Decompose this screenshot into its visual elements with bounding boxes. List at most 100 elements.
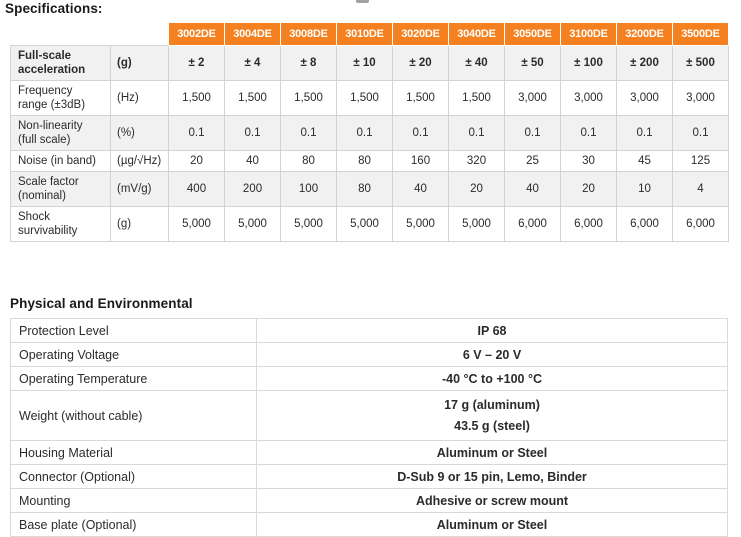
spec-value-4-8: 10 [616,171,673,208]
spec-value-3-8: 45 [616,150,673,173]
phys-value-5: D-Sub 9 or 15 pin, Lemo, Binder [256,464,728,490]
phys-value-6: Adhesive or screw mount [256,488,728,514]
spec-value-1-2: 1,500 [280,80,337,117]
model-header-row: 3002DE 3004DE 3008DE 3010DE 3020DE 3040D… [11,22,729,46]
phys-label-2: Operating Temperature [10,366,257,391]
spec-value-5-4: 5,000 [392,206,449,243]
spec-value-5-1: 5,000 [224,206,281,243]
spec-value-1-6: 3,000 [504,80,561,117]
phys-label-5: Connector (Optional) [10,464,257,490]
phys-value-3-line1: 17 g (aluminum) [444,398,540,412]
physical-environmental-table-body: Protection Level IP 68 Operating Voltage… [10,318,728,537]
table-row: Connector (Optional) D-Sub 9 or 15 pin, … [10,464,728,490]
spec-value-0-9: ± 500 [672,44,729,82]
spec-value-2-8: 0.1 [616,115,673,152]
spec-unit-0: (g) [110,44,169,82]
table-row: Weight (without cable) 17 g (aluminum) 4… [10,389,728,442]
spec-value-1-8: 3,000 [616,80,673,117]
spec-value-3-7: 30 [560,150,617,173]
table-row: Mounting Adhesive or screw mount [10,488,728,514]
spec-value-3-0: 20 [168,150,225,173]
model-header-4: 3020DE [392,22,449,46]
spec-value-4-6: 40 [504,171,561,208]
spec-value-3-2: 80 [280,150,337,173]
spec-value-0-5: ± 40 [448,44,505,82]
spec-param-0: Full-scale acceleration [10,44,111,82]
spec-value-4-7: 20 [560,171,617,208]
cutoff-graphic [356,0,369,3]
model-header-5: 3040DE [448,22,505,46]
spec-value-5-3: 5,000 [336,206,393,243]
spec-value-0-2: ± 8 [280,44,337,82]
table-row: Operating Temperature -40 °C to +100 °C [10,366,728,391]
phys-value-3: 17 g (aluminum) 43.5 g (steel) [256,389,728,442]
phys-value-3-line2: 43.5 g (steel) [454,418,530,433]
spec-value-3-6: 25 [504,150,561,173]
model-header-7: 3100DE [560,22,617,46]
spec-value-2-5: 0.1 [448,115,505,152]
spec-value-5-8: 6,000 [616,206,673,243]
table-row: Scale factor (nominal) (mV/g) 400 200 10… [10,171,729,208]
table-row: Operating Voltage 6 V – 20 V [10,342,728,367]
phys-value-2: -40 °C to +100 °C [256,366,728,391]
spec-value-2-9: 0.1 [672,115,729,152]
spec-value-1-1: 1,500 [224,80,281,117]
spec-value-3-4: 160 [392,150,449,173]
spec-value-4-1: 200 [224,171,281,208]
spec-unit-3: (µg/√Hz) [110,150,169,173]
spec-unit-2: (%) [110,115,169,152]
spec-value-0-7: ± 100 [560,44,617,82]
spec-param-2: Non-linearity (full scale) [10,115,111,152]
spec-value-1-9: 3,000 [672,80,729,117]
spec-value-1-0: 1,500 [168,80,225,117]
spec-value-2-6: 0.1 [504,115,561,152]
spec-value-0-3: ± 10 [336,44,393,82]
spec-value-0-6: ± 50 [504,44,561,82]
datasheet-page: Specifications: 3002DE 3004DE 3008DE 301… [0,0,741,537]
model-header-2: 3008DE [280,22,337,46]
spec-value-5-5: 5,000 [448,206,505,243]
spec-param-4: Scale factor (nominal) [10,171,111,208]
phys-value-4: Aluminum or Steel [256,440,728,466]
spec-value-2-2: 0.1 [280,115,337,152]
model-header-9: 3500DE [672,22,729,46]
physical-environmental-table: Protection Level IP 68 Operating Voltage… [10,318,728,537]
model-header-1: 3004DE [224,22,281,46]
spec-value-3-1: 40 [224,150,281,173]
corner-blank-unit [111,23,169,46]
spec-param-5: Shock survivability [10,206,111,243]
spec-unit-1: (Hz) [110,80,169,117]
spec-value-1-3: 1,500 [336,80,393,117]
spec-value-3-9: 125 [672,150,729,173]
spec-param-1: Frequency range (±3dB) [10,80,111,117]
spec-value-1-5: 1,500 [448,80,505,117]
model-header-6: 3050DE [504,22,561,46]
phys-label-0: Protection Level [10,318,257,343]
phys-label-4: Housing Material [10,440,257,466]
specifications-table: 3002DE 3004DE 3008DE 3010DE 3020DE 3040D… [10,22,729,243]
spec-value-5-9: 6,000 [672,206,729,243]
spec-value-2-0: 0.1 [168,115,225,152]
phys-value-0: IP 68 [256,318,728,343]
spec-value-1-4: 1,500 [392,80,449,117]
table-row: Housing Material Aluminum or Steel [10,440,728,466]
spec-value-3-3: 80 [336,150,393,173]
table-row: Full-scale acceleration (g) ± 2 ± 4 ± 8 … [10,44,729,82]
table-row: Frequency range (±3dB) (Hz) 1,500 1,500 … [10,80,729,117]
specifications-table-head: 3002DE 3004DE 3008DE 3010DE 3020DE 3040D… [11,22,729,46]
model-header-3: 3010DE [336,22,393,46]
corner-blank-param [11,23,111,46]
table-row: Base plate (Optional) Aluminum or Steel [10,512,728,537]
spec-value-5-7: 6,000 [560,206,617,243]
spec-value-0-1: ± 4 [224,44,281,82]
spec-value-4-9: 4 [672,171,729,208]
spec-value-4-2: 100 [280,171,337,208]
spec-value-2-4: 0.1 [392,115,449,152]
spec-value-4-4: 40 [392,171,449,208]
phys-label-7: Base plate (Optional) [10,512,257,537]
model-header-8: 3200DE [616,22,673,46]
spec-value-0-0: ± 2 [168,44,225,82]
spec-value-1-7: 3,000 [560,80,617,117]
phys-value-7: Aluminum or Steel [256,512,728,537]
spec-value-2-7: 0.1 [560,115,617,152]
